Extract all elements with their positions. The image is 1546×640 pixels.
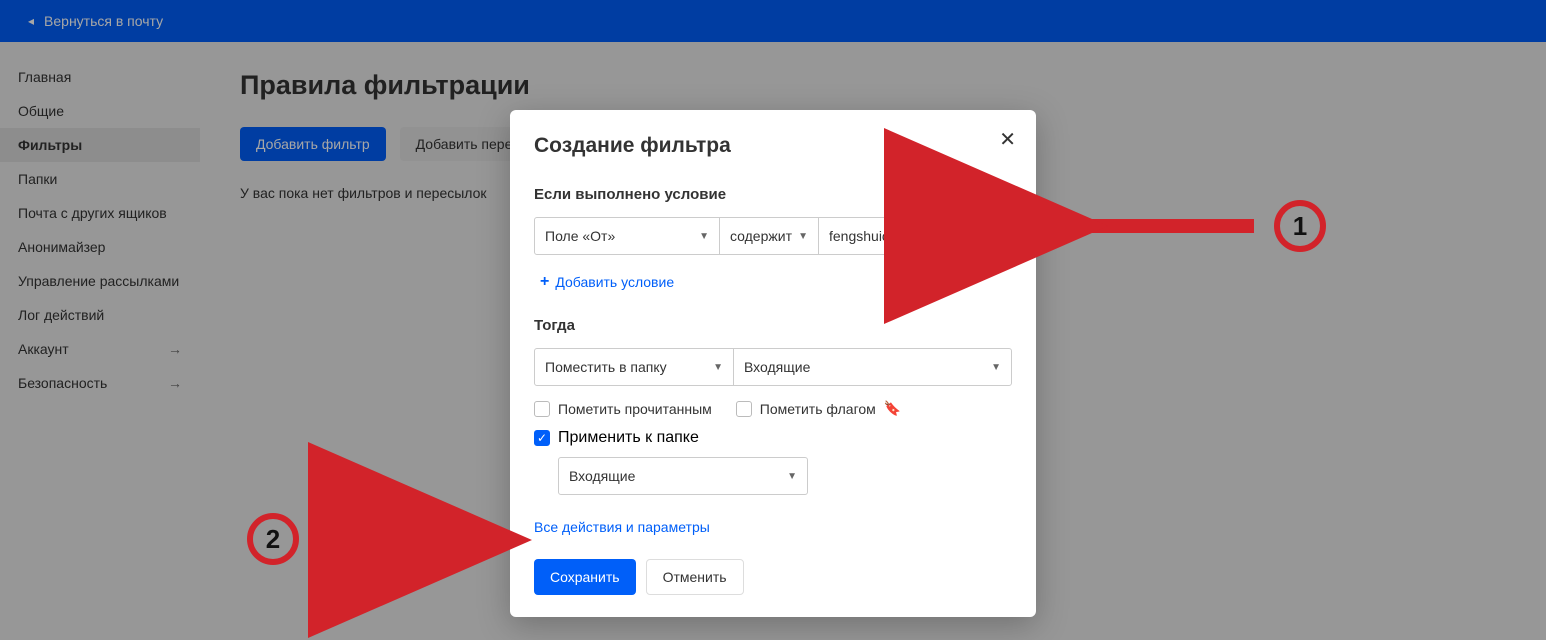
checkbox-row: Пометить прочитанным Пометить флагом 🔖 (534, 400, 1012, 417)
save-button[interactable]: Сохранить (534, 559, 636, 595)
apply-folder-value: Входящие (569, 468, 635, 484)
checkbox-checked-icon: ✓ (534, 430, 550, 446)
condition-field-value: Поле «От» (545, 228, 615, 244)
modal-title: Создание фильтра (534, 134, 1012, 158)
checkbox-icon (736, 401, 752, 417)
chevron-down-icon: ▼ (991, 362, 1001, 373)
mark-read-label: Пометить прочитанным (558, 401, 712, 417)
then-target-select[interactable]: Входящие ▼ (733, 348, 1012, 386)
condition-section-label: Если выполнено условие (534, 186, 1012, 203)
plus-icon: + (540, 273, 549, 291)
remove-condition-button[interactable]: ✕ (984, 217, 1012, 255)
mark-flag-label: Пометить флагом (760, 401, 876, 417)
chevron-down-icon: ▼ (699, 231, 709, 242)
mark-flag-checkbox[interactable]: Пометить флагом 🔖 (736, 400, 901, 417)
checkbox-icon (534, 401, 550, 417)
apply-to-folder-checkbox[interactable]: ✓ Применить к папке (534, 429, 1012, 447)
flag-icon: 🔖 (884, 400, 901, 417)
apply-to-folder-label: Применить к папке (558, 429, 699, 447)
condition-value-text: fengshuicourses@gmail.cor (829, 228, 974, 244)
condition-row: Поле «От» ▼ содержит ▼ fengshuicourses@g… (534, 217, 1012, 255)
chevron-down-icon: ▼ (713, 362, 723, 373)
condition-operator-select[interactable]: содержит ▼ (719, 217, 819, 255)
modal-footer: Сохранить Отменить (534, 559, 1012, 595)
then-row: Поместить в папку ▼ Входящие ▼ (534, 348, 1012, 386)
add-condition-label: Добавить условие (555, 274, 674, 290)
all-actions-link[interactable]: Все действия и параметры (534, 515, 716, 539)
all-actions-label: Все действия и параметры (534, 519, 710, 535)
condition-field-select[interactable]: Поле «От» ▼ (534, 217, 720, 255)
then-action-select[interactable]: Поместить в папку ▼ (534, 348, 734, 386)
add-condition-button[interactable]: + Добавить условие (534, 269, 680, 295)
cancel-button[interactable]: Отменить (646, 559, 744, 595)
mark-read-checkbox[interactable]: Пометить прочитанным (534, 401, 712, 417)
modal-overlay[interactable]: ✕ Создание фильтра Если выполнено услови… (0, 0, 1546, 640)
condition-value-input[interactable]: fengshuicourses@gmail.cor (818, 217, 985, 255)
close-icon[interactable]: ✕ (999, 130, 1016, 150)
apply-folder-select[interactable]: Входящие ▼ (558, 457, 808, 495)
create-filter-modal: ✕ Создание фильтра Если выполнено услови… (510, 110, 1036, 617)
condition-operator-value: содержит (730, 228, 792, 244)
then-section-label: Тогда (534, 317, 1012, 334)
then-action-value: Поместить в папку (545, 359, 667, 375)
chevron-down-icon: ▼ (798, 231, 808, 242)
then-target-value: Входящие (744, 359, 810, 375)
chevron-down-icon: ▼ (787, 471, 797, 482)
